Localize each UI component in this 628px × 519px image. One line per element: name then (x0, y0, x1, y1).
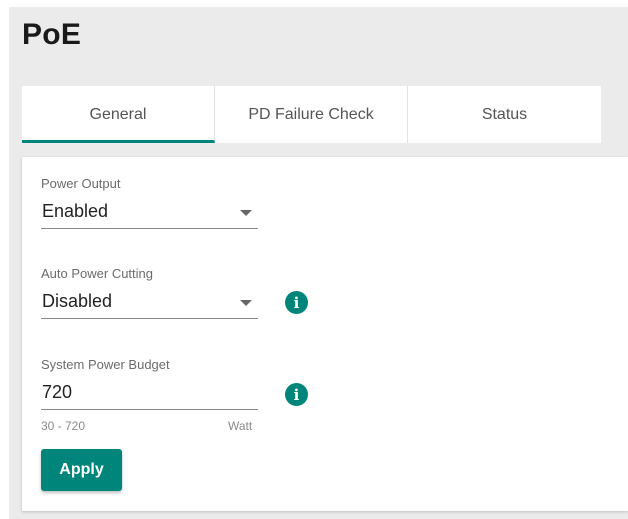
tab-pd-failure-check-label: PD Failure Check (248, 105, 374, 123)
unit-hint: Watt (228, 419, 253, 433)
chevron-down-icon (240, 210, 252, 216)
chevron-down-icon (240, 300, 252, 306)
apply-button-label: Apply (59, 461, 104, 478)
page-title: PoE (22, 18, 82, 51)
power-output-select[interactable]: Enabled (41, 198, 258, 229)
apply-button[interactable]: Apply (41, 449, 122, 491)
tab-status-label: Status (481, 105, 528, 123)
info-icon[interactable]: i (285, 291, 308, 314)
tab-status[interactable]: Status (408, 86, 601, 143)
system-power-budget-value: 720 (42, 382, 73, 402)
tab-bar: General PD Failure Check Status (22, 86, 601, 143)
auto-power-cutting-label: Auto Power Cutting (41, 266, 154, 281)
power-output-value: Enabled (42, 201, 109, 221)
auto-power-cutting-value: Disabled (42, 291, 113, 311)
tab-general[interactable]: General (22, 86, 215, 143)
auto-power-cutting-select[interactable]: Disabled (41, 288, 258, 319)
tab-general-label: General (89, 105, 147, 123)
tab-pd-failure-check[interactable]: PD Failure Check (215, 86, 408, 143)
range-hint: 30 - 720 (41, 419, 86, 433)
system-power-budget-label: System Power Budget (41, 357, 170, 372)
info-icon[interactable]: i (285, 383, 308, 406)
power-output-label: Power Output (41, 176, 121, 191)
system-power-budget-input[interactable]: 720 (41, 379, 258, 410)
settings-card: Power Output Enabled Auto Power Cutting … (22, 157, 628, 511)
